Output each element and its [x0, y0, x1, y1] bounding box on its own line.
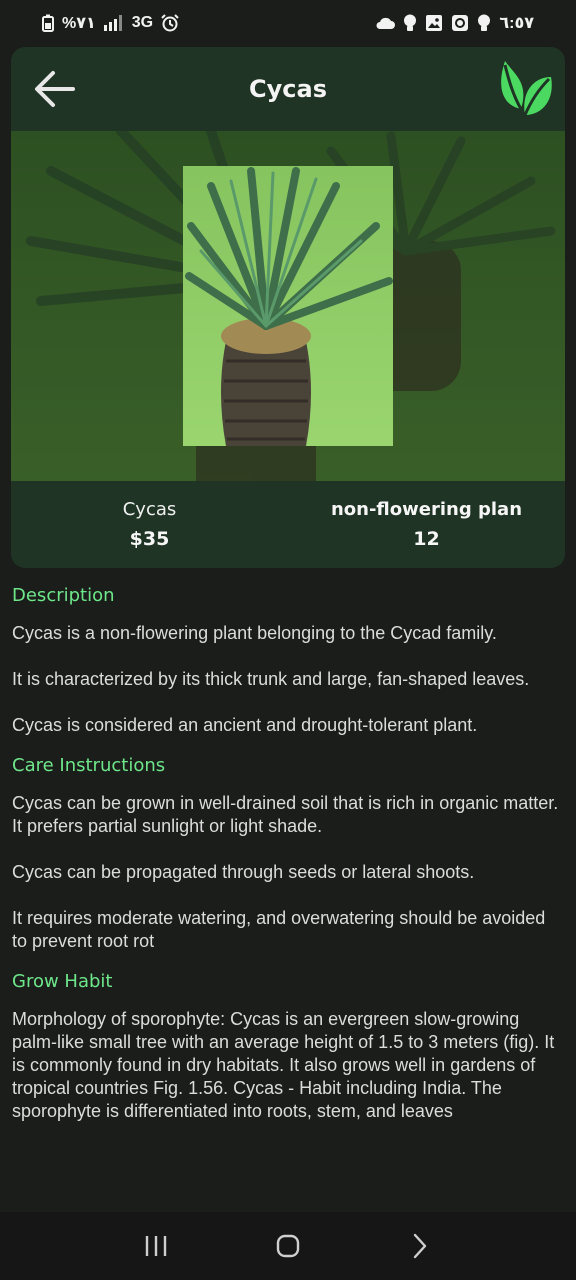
section-heading: Care Instructions: [12, 755, 166, 776]
type-count-block: non-flowering plan 12: [288, 481, 565, 568]
home-button[interactable]: [263, 1221, 313, 1271]
network-type: 3G: [131, 14, 154, 31]
plant-count: 12: [413, 528, 440, 550]
page-title: Cycas: [249, 75, 327, 103]
section-heading: Grow Habit: [12, 971, 113, 992]
clock: ٦:٥٧: [499, 15, 534, 32]
section-heading: Description: [12, 585, 115, 606]
plant-card: Cycas Cycas $35 non-flowering plan 12: [11, 47, 565, 568]
paragraph: Cycas can be grown in well-drained soil …: [12, 793, 559, 836]
arrow-left-icon: [35, 71, 75, 107]
plant-details: Description Cycas is a non-flowering pla…: [12, 585, 564, 1141]
card-header: Cycas: [11, 47, 565, 131]
alarm-icon: [161, 14, 179, 32]
status-bar: %٧١ 3G ٦:٥٧: [0, 0, 576, 46]
sync-app-icon: [451, 14, 469, 32]
paragraph: Cycas is considered an ancient and droug…: [12, 715, 478, 735]
paragraph: Morphology of sporophyte: Cycas is an ev…: [12, 1009, 555, 1121]
recents-icon: [145, 1236, 167, 1256]
home-icon: [276, 1234, 300, 1258]
recent-apps-button[interactable]: [131, 1221, 181, 1271]
cloud-icon: [375, 16, 396, 30]
paragraph: Cycas is a non-flowering plant belonging…: [12, 623, 497, 643]
leaf-logo-icon: [491, 57, 555, 121]
back-button[interactable]: [33, 69, 75, 109]
grow-habit-section: Grow Habit Morphology of sporophyte: Cyc…: [12, 971, 564, 1123]
paragraph: It requires moderate watering, and overw…: [12, 908, 546, 951]
battery-percent: %٧١: [62, 15, 96, 32]
plant-image: [11, 131, 565, 481]
care-instructions-section: Care Instructions Cycas can be grown in …: [12, 755, 564, 953]
paragraph: Cycas can be propagated through seeds or…: [12, 862, 475, 882]
paragraph: It is characterized by its thick trunk a…: [12, 669, 530, 689]
gallery-icon: [425, 14, 443, 32]
chevron-right-icon: [413, 1233, 427, 1259]
plant-name: Cycas: [122, 499, 177, 520]
battery-icon: [42, 14, 54, 32]
bulb-icon: [403, 14, 417, 32]
back-nav-button[interactable]: [395, 1221, 445, 1271]
name-price-block: Cycas $35: [11, 481, 288, 568]
bulb-icon-2: [477, 14, 491, 32]
system-nav-bar: [0, 1212, 576, 1280]
signal-icon: [103, 15, 124, 31]
description-section: Description Cycas is a non-flowering pla…: [12, 585, 564, 737]
plant-type: non-flowering plan: [330, 499, 523, 520]
plant-price: $35: [129, 528, 170, 550]
card-footer: Cycas $35 non-flowering plan 12: [11, 481, 565, 568]
